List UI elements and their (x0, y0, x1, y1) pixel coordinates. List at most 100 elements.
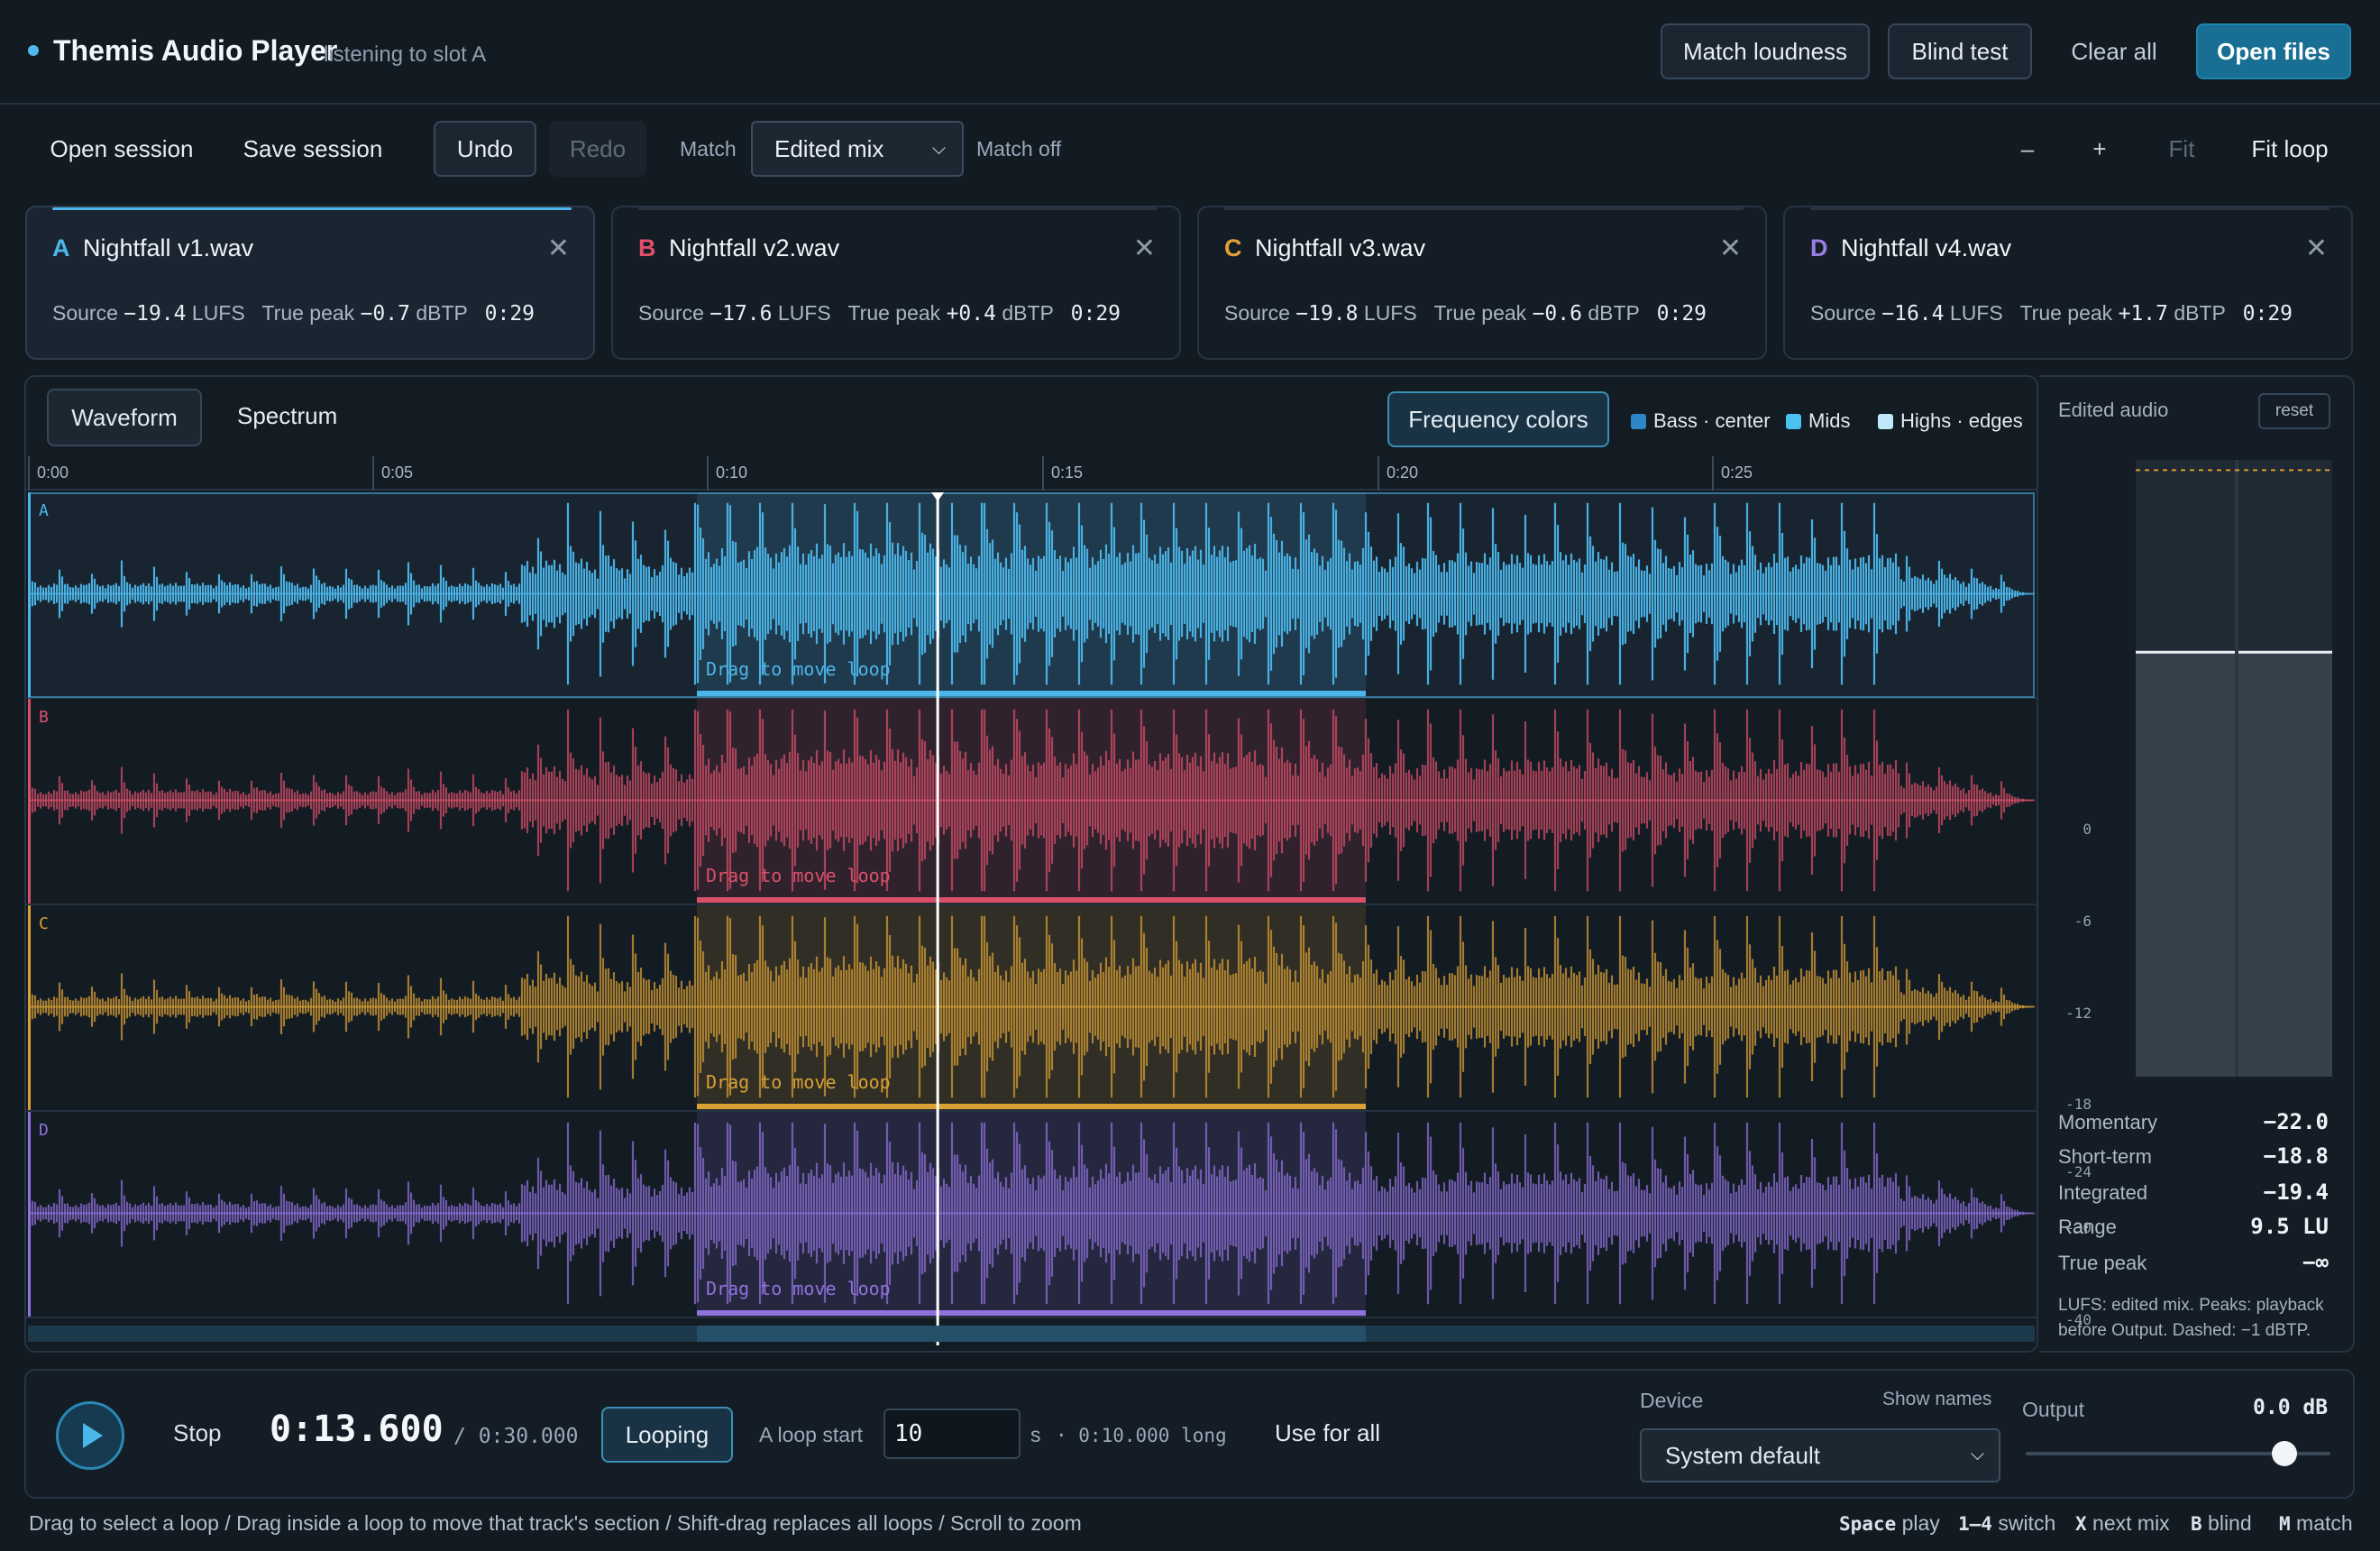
time-ruler[interactable]: 0:00 0:05 0:10 0:15 0:20 0:25 (26, 456, 2037, 491)
meter-channel-label: L (2177, 1084, 2184, 1086)
slot-file-name: Nightfall v2.wav (669, 234, 840, 262)
undo-button[interactable]: Undo (434, 121, 536, 177)
ruler-tick: 0:15 (1042, 456, 1083, 491)
shortcut-key: B (2191, 1513, 2202, 1535)
meter-stat-row: Momentary −22.0 (2058, 1109, 2329, 1134)
blind-test-button[interactable]: Blind test (1888, 23, 2032, 79)
zoom-in-button[interactable]: + (2079, 121, 2120, 177)
slot-file-name: Nightfall v4.wav (1841, 234, 2012, 262)
peak-unit: dBTP (1002, 301, 1054, 325)
zoom-out-button[interactable]: – (2007, 121, 2048, 177)
meter-bar-right (2238, 652, 2332, 1077)
output-slider-handle[interactable] (2272, 1441, 2298, 1466)
current-time: 0:13.600 (270, 1409, 444, 1450)
save-session-button[interactable]: Save session (227, 121, 398, 177)
loop-handle-bar (697, 897, 1366, 903)
slot-letter: C (1224, 234, 1242, 262)
app-title: Themis Audio Player (53, 34, 338, 67)
slot-file-name: Nightfall v1.wav (83, 234, 254, 262)
loop-start-input[interactable]: 10 (883, 1409, 1021, 1459)
meter-scale-label: 0 (2082, 821, 2092, 838)
meter-reset-button[interactable]: reset (2258, 393, 2330, 429)
slot-card-c[interactable]: C Nightfall v3.wav ✕ Source −19.8 LUFS True… (1197, 206, 1767, 360)
source-label: Source (1224, 301, 1290, 325)
meter-stat-row: Integrated −19.4 (2058, 1179, 2329, 1205)
meter-channel-label: R (2283, 1084, 2292, 1086)
slot-duration: 0:29 (1656, 302, 1707, 326)
peak-label: True peak (1433, 301, 1527, 325)
overview-loop-window (697, 1326, 1366, 1342)
shortcut-action: next mix (2092, 1511, 2170, 1535)
close-icon[interactable]: ✕ (1133, 233, 1156, 264)
source-unit: LUFS (1949, 301, 2003, 325)
use-for-all-button[interactable]: Use for all (1275, 1419, 1380, 1447)
loop-hint: Drag to move loop (706, 658, 891, 680)
meter-stat-row: Short-term −18.8 (2058, 1143, 2329, 1169)
ruler-tick: 0:20 (1378, 456, 1418, 491)
source-lufs: −16.4 (1881, 302, 1945, 326)
ruler-tick: 0:10 (707, 456, 747, 491)
source-label: Source (1810, 301, 1876, 325)
shortcut-match: M match (2279, 1511, 2353, 1536)
meter-scale-label: -12 (2065, 1005, 2092, 1022)
device-label: Device (1640, 1389, 1704, 1412)
redo-button[interactable]: Redo (549, 121, 646, 177)
open-session-button[interactable]: Open session (36, 121, 207, 177)
legend-swatch (1631, 414, 1646, 429)
status-dot (28, 45, 39, 56)
device-select[interactable]: System default ⌵ (1640, 1428, 2000, 1482)
output-value: 0.0 dB (2253, 1396, 2329, 1419)
source-unit: LUFS (1363, 301, 1417, 325)
loudness-meter: Edited audio reset 0-6-12-18-24-30-40-50… (2039, 375, 2355, 1451)
tab-spectrum[interactable]: Spectrum (237, 402, 337, 430)
slot-accent-bar (1810, 207, 2330, 210)
meter-stat-value: −22.0 (2263, 1109, 2329, 1134)
slot-meta: Source −16.4 LUFS True peak +1.7 dBTP 0:… (1810, 301, 2293, 326)
match-status: Match off (976, 137, 1062, 161)
meter-stat-value: 9.5 LU (2250, 1214, 2329, 1239)
show-names-toggle[interactable]: Show names (1882, 1389, 1991, 1410)
shortcut-action: match (2296, 1511, 2353, 1535)
legend-mids-label: Mids (1808, 409, 1851, 432)
slot-card-a[interactable]: A Nightfall v1.wav ✕ Source −19.4 LUFS True… (25, 206, 595, 360)
shortcut-key: X (2075, 1513, 2087, 1535)
source-unit: LUFS (191, 301, 245, 325)
close-icon[interactable]: ✕ (547, 233, 570, 264)
true-peak-value: −0.6 (1532, 302, 1582, 326)
shortcut-play: Space play (1839, 1511, 1940, 1536)
waveform-tracks[interactable]: A Drag to move loop B Drag to move loop C Dra… (26, 492, 2037, 1353)
open-files-button[interactable]: Open files (2196, 23, 2351, 79)
fit-button[interactable]: Fit (2156, 121, 2207, 177)
loop-start-label: A loop start (759, 1423, 864, 1446)
slot-duration: 0:29 (1070, 302, 1121, 326)
play-button[interactable] (56, 1401, 124, 1470)
loop-hint: Drag to move loop (706, 1071, 891, 1093)
slot-duration: 0:29 (484, 302, 536, 326)
frequency-colors-toggle[interactable]: Frequency colors (1387, 391, 1609, 447)
close-icon[interactable]: ✕ (2305, 233, 2328, 264)
match-loudness-button[interactable]: Match loudness (1661, 23, 1870, 79)
slot-duration: 0:29 (2242, 302, 2293, 326)
looping-toggle[interactable]: Looping (601, 1407, 733, 1463)
legend-highs: Highs · edges (1878, 409, 2023, 433)
stop-button[interactable]: Stop (173, 1419, 222, 1447)
clear-all-button[interactable]: Clear all (2055, 23, 2173, 79)
tab-waveform[interactable]: Waveform (47, 389, 202, 446)
close-icon[interactable]: ✕ (1719, 233, 1742, 264)
output-label: Output (2022, 1398, 2085, 1421)
loop-unit: s (1030, 1423, 1041, 1446)
slot-meta: Source −17.6 LUFS True peak +0.4 dBTP 0:… (638, 301, 1121, 326)
footer-hint: Drag to select a loop / Drag inside a lo… (29, 1511, 1082, 1535)
legend-bass-label: Bass · center (1653, 409, 1771, 432)
source-label: Source (638, 301, 704, 325)
meter-stat-value: −18.8 (2263, 1143, 2329, 1169)
shortcut-action: blind (2208, 1511, 2252, 1535)
match-select[interactable]: Edited mix ⌵ (751, 121, 964, 177)
waveform-panel: Waveform Spectrum Frequency colors Bass … (24, 375, 2038, 1353)
ruler-tick: 0:05 (372, 456, 413, 491)
total-time: / 0:30.000 (453, 1425, 579, 1448)
slot-card-b[interactable]: B Nightfall v2.wav ✕ Source −17.6 LUFS True… (611, 206, 1181, 360)
fit-loop-button[interactable]: Fit loop (2236, 121, 2344, 177)
slot-card-d[interactable]: D Nightfall v4.wav ✕ Source −16.4 LUFS True… (1783, 206, 2353, 360)
shortcut-next-mix: X next mix (2075, 1511, 2170, 1536)
